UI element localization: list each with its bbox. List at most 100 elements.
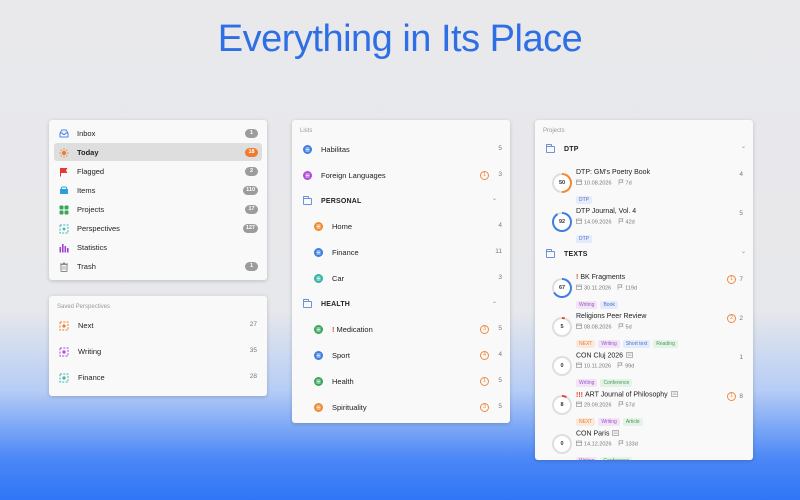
project-meta: 30.11.2026 119d bbox=[576, 284, 637, 292]
item-count: 5 bbox=[498, 403, 502, 410]
tag-dtp[interactable]: DTP bbox=[576, 235, 592, 243]
project-title: ! BK Fragments bbox=[576, 274, 625, 281]
project-folder-texts[interactable]: TEXTS ⌄ bbox=[546, 245, 746, 263]
saved-perspective-finance[interactable]: Finance 28 bbox=[59, 368, 259, 386]
progress-value: 0 bbox=[554, 358, 570, 374]
days-remaining: 99d bbox=[625, 363, 635, 370]
sidebar-item-trash[interactable]: Trash 1 bbox=[54, 257, 262, 275]
saved-perspective-writing[interactable]: Writing 35 bbox=[59, 342, 259, 360]
list-item-sport[interactable]: Sport 4 4 bbox=[314, 346, 502, 364]
overdue-badge: 4 bbox=[480, 350, 489, 360]
project-title-text: CON Paris bbox=[576, 430, 610, 438]
list-label: Habilitas bbox=[321, 144, 350, 154]
progress-ring: 0 bbox=[552, 434, 572, 454]
item-count: 27 bbox=[249, 321, 257, 328]
list-item-medication[interactable]: ! Medication 3 5 bbox=[314, 320, 502, 338]
list-item-habilitas[interactable]: Habilitas 5 bbox=[303, 140, 502, 158]
list-item-spirituality[interactable]: Spirituality 3 5 bbox=[314, 398, 502, 416]
folder-icon bbox=[546, 248, 555, 258]
list-item-finance[interactable]: Finance 11 bbox=[314, 243, 502, 261]
folder-icon bbox=[546, 143, 555, 153]
list-label: Foreign Languages bbox=[321, 170, 386, 180]
progress-value: 5 bbox=[554, 319, 570, 335]
project-item[interactable]: 8!!! ART Journal of Philosophy 29.09.2026 5… bbox=[535, 386, 752, 426]
project-folder-dtp[interactable]: DTP ⌄ bbox=[546, 140, 746, 158]
progress-value: 92 bbox=[554, 214, 570, 230]
group-header-personal[interactable]: PERSONAL ⌄ bbox=[303, 192, 503, 210]
group-label: PERSONAL bbox=[321, 197, 362, 205]
project-item[interactable]: 0CON Paris14.12.2026133dWritingConferenc… bbox=[535, 425, 752, 460]
flag-icon bbox=[611, 362, 625, 370]
progress-value: 50 bbox=[554, 175, 570, 191]
headline: Everything in Its Place bbox=[217, 18, 583, 60]
folder-icon bbox=[303, 298, 312, 308]
lists-panel: Lists Habilitas 5 Foreign Languages 1 3 PERSO… bbox=[292, 120, 510, 423]
chevron-down-icon[interactable]: ⌄ bbox=[741, 248, 746, 255]
saved-perspective-label: Writing bbox=[78, 346, 102, 356]
due-date: 10.11.2026 bbox=[584, 363, 612, 370]
perspective-icon bbox=[59, 347, 69, 356]
chevron-down-icon[interactable]: ⌄ bbox=[492, 298, 497, 305]
sidebar-item-flagged[interactable]: Flagged 2 bbox=[54, 162, 262, 180]
project-item[interactable]: 67! BK Fragments 30.11.2026 119d Writing Book… bbox=[535, 269, 752, 309]
list-icon bbox=[314, 350, 323, 360]
project-meta: 14.09.2026 42d bbox=[576, 218, 635, 226]
sidebar-item-items[interactable]: Items 110 bbox=[54, 181, 262, 199]
perspective-icon bbox=[59, 224, 69, 233]
project-title: DTP Journal, Vol. 4 bbox=[576, 208, 636, 215]
folder-label: TEXTS bbox=[564, 250, 588, 258]
sidebar-item-perspectives[interactable]: Perspectives 127 bbox=[54, 219, 262, 237]
progress-ring: 0 bbox=[552, 356, 572, 376]
project-item[interactable]: 92 DTP Journal, Vol. 4 14.09.2026 42d DTP 5 bbox=[535, 203, 752, 243]
saved-perspectives-panel: Saved Perspectives Next 27 Writing 35 Financ… bbox=[49, 296, 267, 396]
chevron-down-icon[interactable]: ⌄ bbox=[741, 143, 746, 150]
flag-icon bbox=[612, 440, 626, 448]
sidebar-item-statistics[interactable]: Statistics bbox=[54, 238, 262, 256]
list-icon bbox=[314, 376, 323, 386]
saved-perspectives-heading: Saved Perspectives bbox=[57, 304, 111, 310]
sidebar-item-label: Statistics bbox=[77, 242, 108, 252]
list-item-car[interactable]: Car 3 bbox=[314, 269, 502, 287]
days-remaining: 7d bbox=[625, 180, 632, 187]
grid-icon bbox=[59, 205, 69, 214]
item-count: 7 bbox=[739, 275, 743, 283]
sidebar-item-label: Flagged bbox=[77, 166, 105, 176]
count-badge: 110 bbox=[243, 185, 258, 195]
item-count: 35 bbox=[249, 347, 257, 354]
project-item[interactable]: 50 DTP: GM's Poetry Book 10.08.2026 7d DTP 4 bbox=[535, 164, 752, 204]
calendar-icon bbox=[576, 440, 582, 446]
days-remaining: 119d bbox=[625, 285, 637, 292]
sidebar-item-today[interactable]: Today 18 bbox=[54, 143, 262, 161]
project-title: Religions Peer Review bbox=[576, 313, 646, 320]
project-tags: WritingConference bbox=[576, 449, 635, 460]
group-label: HEALTH bbox=[321, 300, 351, 308]
priority-marker: !!! bbox=[576, 391, 583, 399]
days-remaining: 5d bbox=[625, 324, 632, 331]
list-item-health[interactable]: Health 1 5 bbox=[314, 372, 502, 390]
days-remaining: 57d bbox=[625, 402, 635, 409]
count-badge: 127 bbox=[242, 223, 258, 233]
sidebar-item-inbox[interactable]: Inbox 1 bbox=[54, 124, 262, 142]
note-icon bbox=[668, 391, 678, 399]
item-count: 28 bbox=[249, 373, 257, 380]
saved-perspective-next[interactable]: Next 27 bbox=[59, 316, 259, 334]
item-count: 4 bbox=[739, 170, 743, 178]
project-item[interactable]: 5 Religions Peer Review 08.08.2026 5d NEXT Wr… bbox=[535, 308, 752, 348]
progress-ring: 92 bbox=[552, 212, 572, 232]
tag-conference[interactable]: Conference bbox=[600, 457, 633, 460]
note-icon bbox=[623, 352, 633, 360]
tag-writing[interactable]: Writing bbox=[576, 457, 598, 460]
overdue-badge: 1 bbox=[480, 170, 489, 180]
project-meta: 08.08.2026 5d bbox=[576, 323, 632, 331]
sun-icon bbox=[59, 147, 69, 158]
list-icon bbox=[314, 273, 323, 283]
due-date: 14.12.2026 bbox=[584, 441, 612, 448]
list-item-foreign-languages[interactable]: Foreign Languages 1 3 bbox=[303, 166, 502, 184]
project-item[interactable]: 0 CON Cluj 2026 10.11.2026 99d Writing Confer… bbox=[535, 347, 752, 387]
note-icon bbox=[609, 430, 620, 438]
flag-icon bbox=[612, 218, 626, 226]
list-item-home[interactable]: Home 4 bbox=[314, 217, 502, 235]
chevron-down-icon[interactable]: ⌄ bbox=[492, 195, 497, 202]
group-header-health[interactable]: HEALTH ⌄ bbox=[303, 295, 503, 313]
sidebar-item-projects[interactable]: Projects 17 bbox=[54, 200, 262, 218]
